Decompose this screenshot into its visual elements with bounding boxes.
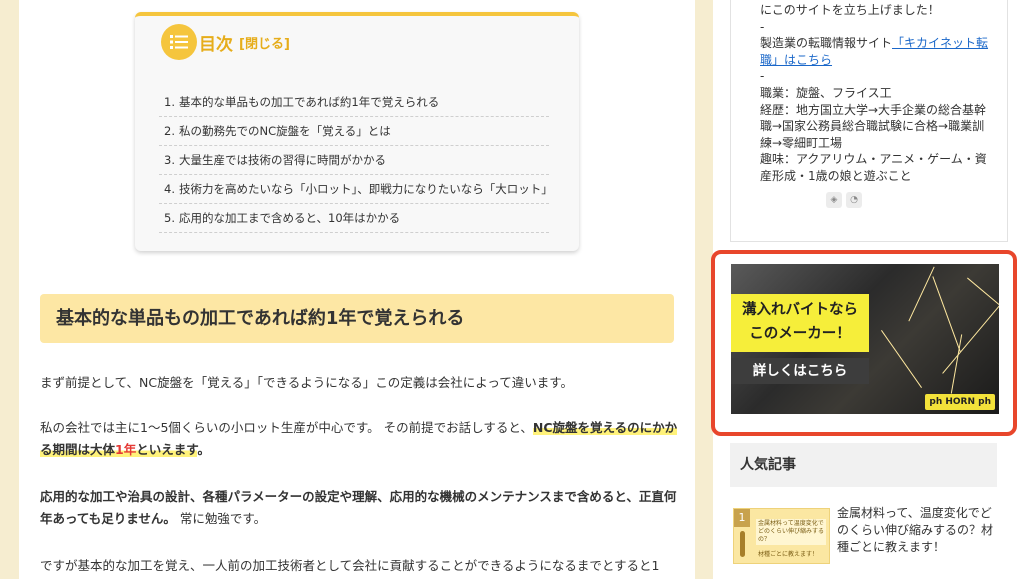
ad-image[interactable]: 溝入れバイトなら このメーカー！ 詳しくはこちら ph HORN ph: [731, 264, 999, 414]
toc-item[interactable]: 4. 技術力を高めたいなら「小ロット」、即戦力になりたいなら「大ロット」: [159, 175, 549, 204]
feedly-icon[interactable]: ◈: [826, 192, 842, 208]
paragraph-3: 応用的な加工や治具の設計、各種パラメーターの設定や理解、応用的な機械のメンテナン…: [40, 489, 677, 526]
toc-item[interactable]: 2. 私の勤務先でのNC旋盤を「覚える」とは: [159, 117, 549, 146]
toc-toggle-link[interactable]: [閉じる]: [239, 33, 290, 52]
main-column: 目次 [閉じる] 1. 基本的な単品もの加工であれば約1年で覚えられる 2. 私の勤…: [19, 0, 695, 579]
rss-icon[interactable]: ◔: [846, 192, 862, 208]
toc-header: 目次 [閉じる]: [161, 22, 290, 62]
sidebar: にこのサイトを立ち上げました！ - 製造業の転職情報サイト「キカイネット転職」は…: [711, 0, 1024, 579]
toc-title: 目次: [199, 34, 233, 55]
popular-articles-heading: 人気記事: [730, 443, 997, 487]
toc-list: 1. 基本的な単品もの加工であれば約1年で覚えられる 2. 私の勤務先でのNC旋盤を…: [159, 88, 549, 233]
thermometer-icon: [740, 531, 745, 557]
profile-text: にこのサイトを立ち上げました！ - 製造業の転職情報サイト「キカイネット転職」は…: [760, 3, 989, 183]
rank-badge: 1: [734, 509, 750, 527]
social-buttons: ◈ ◔: [826, 192, 862, 208]
profile-box: にこのサイトを立ち上げました！ - 製造業の転職情報サイト「キカイネット転職」は…: [730, 0, 1008, 242]
toc-item[interactable]: 3. 大量生産では技術の習得に時間がかかる: [159, 146, 549, 175]
section-heading: 基本的な単品もの加工であれば約1年で覚えられる: [40, 294, 674, 343]
toc-item[interactable]: 1. 基本的な単品もの加工であれば約1年で覚えられる: [159, 88, 549, 117]
popular-article-item[interactable]: 1 金属材料って温度変化でどのくらい伸び縮みするの？ 材種ごとに教えます！ 金属…: [730, 503, 1010, 579]
paragraph-2: 私の会社では主に1〜5個くらいの小ロット生産が中心です。 その前提でお話しすると…: [40, 420, 678, 457]
list-icon: [161, 24, 197, 60]
toc-item[interactable]: 5. 応用的な加工まで含めると、10年はかかる: [159, 204, 549, 233]
paragraph-1: まず前提として、NC旋盤を「覚える」「できるようになる」この定義は会社によって違…: [40, 375, 573, 390]
ad-headline: 溝入れバイトなら このメーカー！: [731, 294, 869, 352]
horn-logo: ph HORN ph: [925, 394, 995, 410]
article-thumbnail[interactable]: 1 金属材料って温度変化でどのくらい伸び縮みするの？ 材種ごとに教えます！: [733, 508, 830, 564]
paragraph-4: ですが基本的な加工を覚え、一人前の加工技術者として会社に貢献することができるよう…: [40, 558, 660, 573]
ad-banner[interactable]: 溝入れバイトなら このメーカー！ 詳しくはこちら ph HORN ph: [711, 250, 1017, 436]
popular-article-title[interactable]: 金属材料って、温度変化でどのくらい伸び縮みするの？材種ごとに教えます！: [837, 505, 1002, 556]
ad-cta[interactable]: 詳しくはこちら: [731, 358, 869, 384]
